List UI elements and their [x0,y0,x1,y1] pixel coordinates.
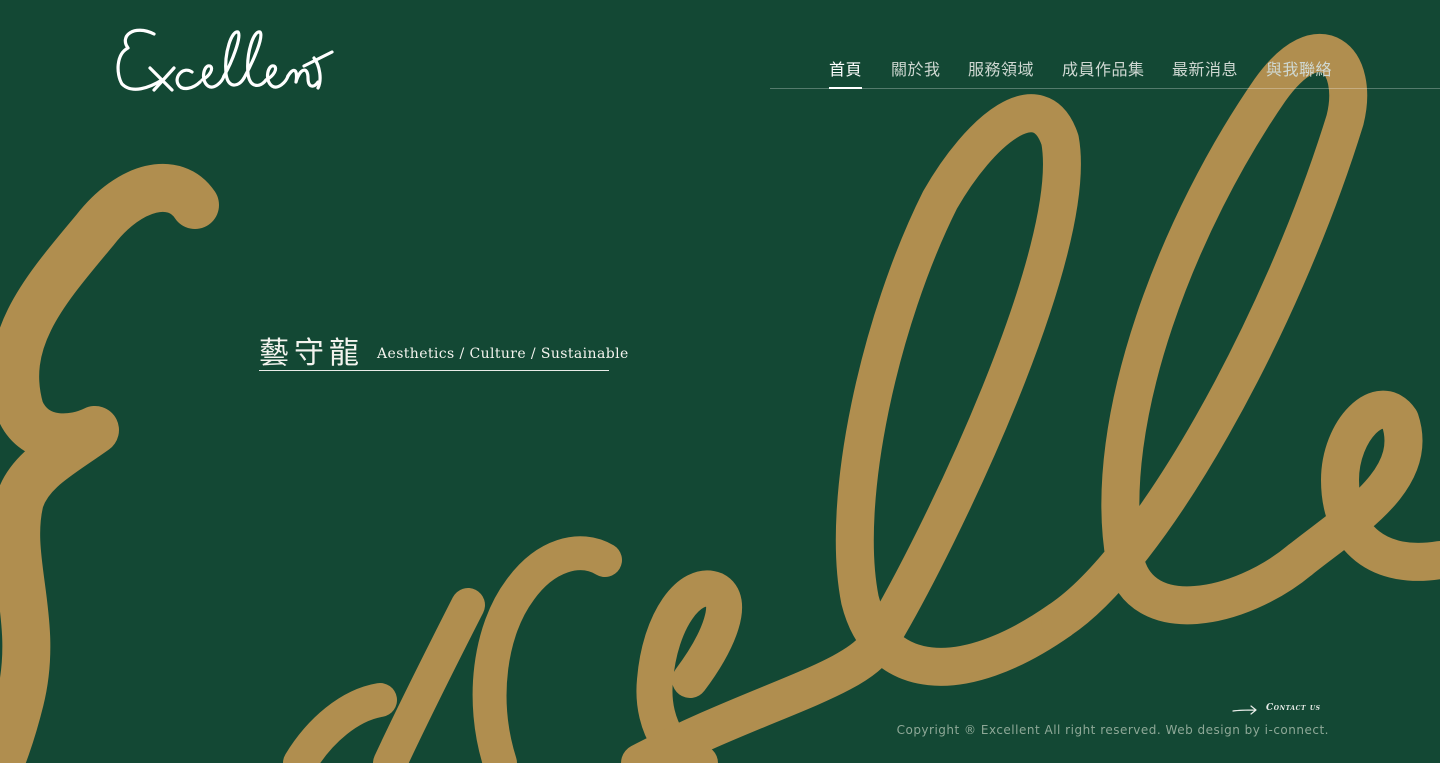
hero-subtitle: Aesthetics / Culture / Sustainable [377,346,629,362]
background-script-lettering [0,34,1440,763]
logo[interactable] [114,22,334,96]
contact-us-label: Contact us [1266,703,1321,713]
nav-item-contact[interactable]: 與我聯絡 [1266,56,1332,80]
long-right-arrow-icon [1232,705,1257,715]
nav-item-services[interactable]: 服務領域 [968,56,1034,80]
hero-tagline: 藝守龍 Aesthetics / Culture / Sustainable [259,328,628,371]
hero-title: 藝守龍 [259,336,364,371]
script-letter-x [283,588,485,763]
script-letter-c [472,536,622,763]
copyright-text: Copyright ® Excellent All right reserved… [896,723,1329,737]
nav-item-home[interactable]: 首頁 [829,56,863,89]
main-nav: 首頁 關於我 服務領域 成員作品集 最新消息 與我聯絡 [770,52,1440,89]
script-letter-e-large [0,163,219,763]
contact-us-link[interactable]: Contact us [1232,702,1332,718]
nav-item-about[interactable]: 關於我 [891,56,941,80]
script-letter-e-right [1281,390,1440,581]
nav-item-portfolio[interactable]: 成員作品集 [1062,56,1145,80]
nav-item-news[interactable]: 最新消息 [1172,56,1238,80]
